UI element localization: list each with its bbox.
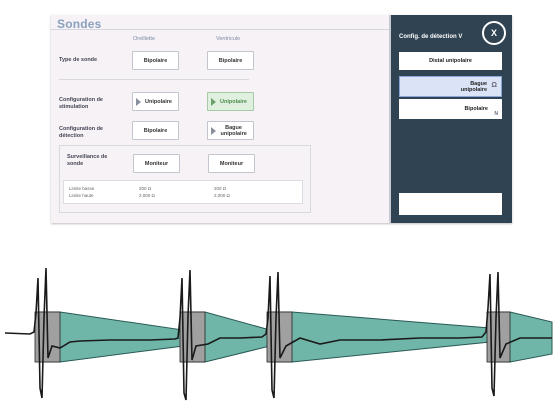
surveillance-oreillette-button[interactable]: Moniteur [133,154,180,173]
option-label: Distal unipolaire [429,58,472,64]
arrow-right-icon [211,127,216,135]
option-label: Bipolaire [464,106,488,112]
row-label-type-sonde: Type de sonde [59,57,98,63]
divider [59,79,249,80]
column-header-oreillette: Oreillette [133,36,156,42]
popup-title: Config. de détection V [399,34,463,40]
row-label-surveillance: Surveillance de sonde [67,154,108,167]
button-label: Bipolaire [218,57,243,64]
button-label: Moniteur [219,160,244,167]
option-bague-unipolaire[interactable]: Bague unipolaire Ω [399,76,502,97]
detection-popup: X Config. de détection V Distal unipolai… [391,15,512,223]
button-label: Bipolaire [143,127,168,134]
detection-oreillette-button[interactable]: Bipolaire [132,121,179,140]
row-label-config-detection: Configuration de détection [59,126,103,139]
device-screen: Sondes Oreillette Ventricule Type de son… [51,15,512,223]
button-label: Moniteur [144,160,169,167]
impedance-icon: Ω [491,82,497,89]
stimulation-oreillette-button[interactable]: Unipolaire [132,92,179,111]
option-bipolaire[interactable]: Bipolaire N [399,99,502,119]
row-label-config-stimulation: Configuration de stimulation [59,97,103,110]
arrow-right-icon [211,98,216,106]
stimulation-ventricule-button[interactable]: Unipolaire [207,92,254,111]
teal-field [39,311,184,363]
limite-basse-oreillette: 200 Ω [139,186,152,191]
limite-haute-ventricule: 2,000 Ω [214,193,230,198]
button-label: Bipolaire [143,57,168,64]
option-distal-unipolaire[interactable]: Distal unipolaire [399,52,502,70]
type-sonde-oreillette-button[interactable]: Bipolaire [132,51,179,70]
limite-haute-oreillette: 2,000 Ω [139,193,155,198]
button-label: Unipolaire [145,98,172,105]
column-header-ventricule: Ventricule [216,36,241,42]
limits-box: Limite basse Limite haute 200 Ω 2,000 Ω … [63,180,303,204]
cursor-icon: N [494,111,498,117]
button-label: Bague unipolaire [220,124,247,137]
leads-panel: Sondes Oreillette Ventricule Type de son… [51,15,391,223]
limite-haute-label: Limite haute [69,193,94,198]
surveillance-ventricule-button[interactable]: Moniteur [208,154,255,173]
popup-footer-area [399,193,502,215]
limite-basse-label: Limite basse [69,186,95,191]
teal-field [269,311,491,363]
button-label: Unipolaire [220,98,247,105]
close-icon: X [490,28,497,38]
limite-basse-ventricule: 200 Ω [214,186,227,191]
type-sonde-ventricule-button[interactable]: Bipolaire [207,51,254,70]
arrow-right-icon [136,98,141,106]
ecg-illustration [4,267,553,401]
title-divider [51,29,389,30]
option-label: Bague unipolaire [460,80,487,93]
detection-ventricule-button[interactable]: Bague unipolaire [207,121,254,140]
close-button[interactable]: X [482,21,506,45]
